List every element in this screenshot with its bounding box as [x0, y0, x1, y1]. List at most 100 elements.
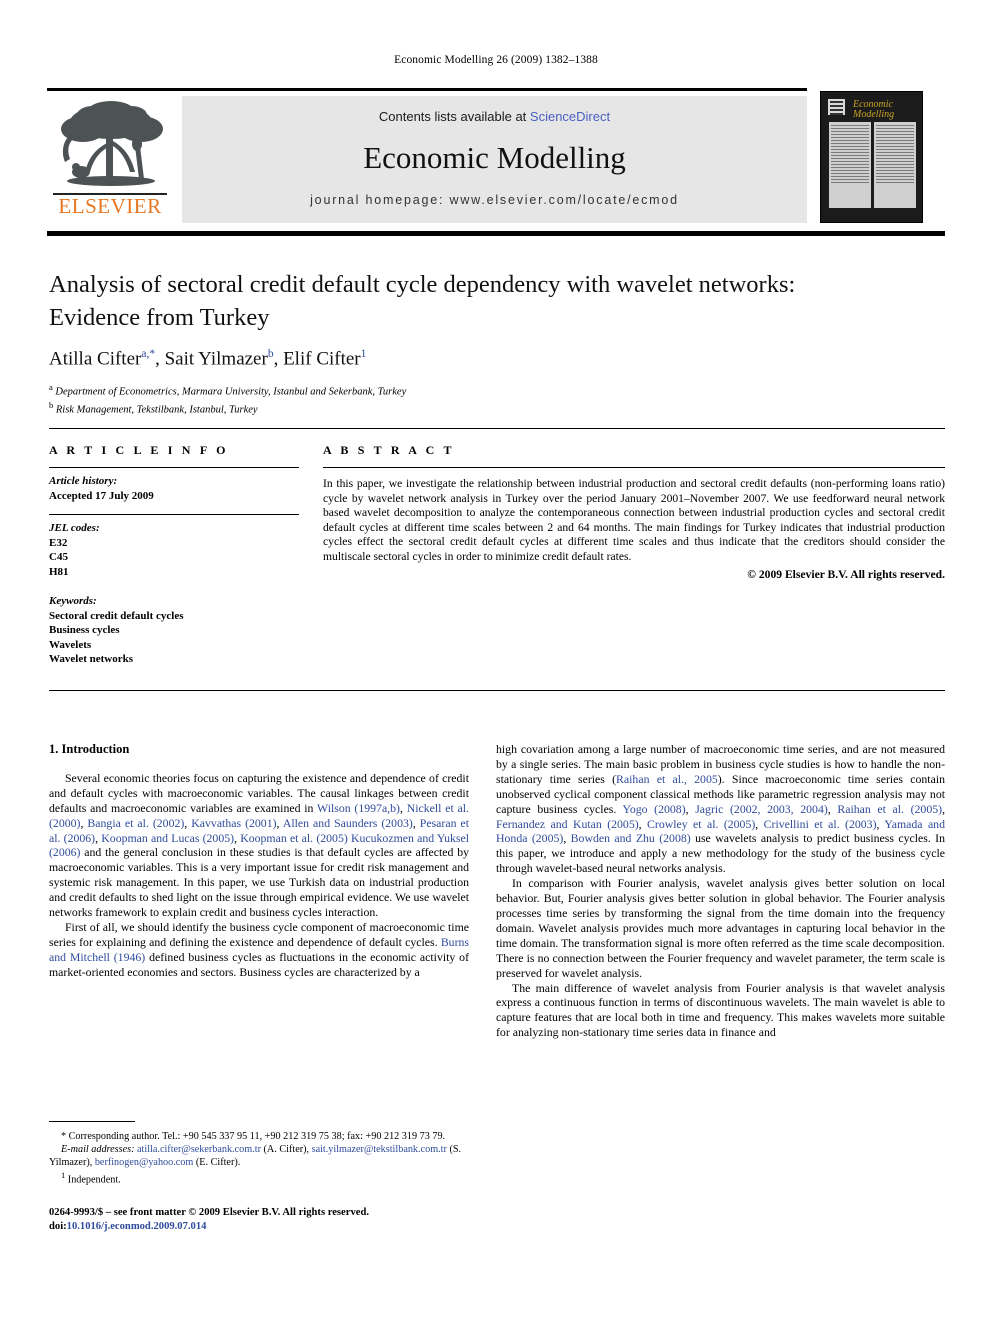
cover-journal-title: Economic Modelling [853, 99, 895, 120]
citation-link[interactable]: Bowden and Zhu (2008) [571, 831, 691, 845]
elsevier-logo: ELSEVIER [49, 96, 171, 224]
article-info-rule [49, 467, 299, 468]
citation-link[interactable]: Jagric (2002, 2003, 2004) [695, 802, 828, 816]
citation-link[interactable]: Bangia et al. (2002) [87, 816, 184, 830]
right-paragraphs: high covariation among a large number of… [496, 742, 945, 1040]
running-head: Economic Modelling 26 (2009) 1382–1388 [394, 54, 598, 66]
doi-link[interactable]: 10.1016/j.econmod.2009.07.014 [67, 1221, 207, 1232]
email-owner: (E. Cifter) [195, 1157, 238, 1168]
body-text: , [685, 801, 696, 816]
article-history: Article history: Accepted 17 July 2009 [49, 474, 299, 503]
corresponding-author-note: * Corresponding author. Tel.: +90 545 33… [61, 1131, 446, 1142]
body-text: The main difference of wavelet analysis … [496, 980, 945, 1040]
citation-link[interactable]: Raihan et al. (2005) [837, 802, 942, 816]
imprint-block: 0264-9993/$ – see front matter © 2009 El… [49, 1206, 509, 1233]
author-mark[interactable]: 1 [361, 348, 367, 360]
masthead-bottom-rule [47, 231, 945, 236]
email-addresses-label: E-mail addresses: [61, 1144, 135, 1155]
citation-link[interactable]: Koopman et al. (2005) [240, 831, 348, 845]
citation-link[interactable]: Fernandez and Kutan (2005) [496, 817, 639, 831]
jel-code: H81 [49, 565, 69, 578]
author-list: Atilla Ciftera,*, Sait Yilmazerb, Elif C… [49, 348, 367, 370]
abstract-rule [323, 467, 945, 468]
keywords: Keywords: Sectoral credit default cycles… [49, 594, 299, 667]
body-text: , [563, 831, 571, 846]
jel-code: E32 [49, 536, 68, 549]
body-paragraph: high covariation among a large number of… [496, 742, 945, 876]
cover-publisher-mark-icon [828, 99, 845, 115]
author-name: Sait Yilmazer [164, 348, 268, 370]
cover-page-right [874, 122, 916, 208]
jel-codes: JEL codes: E32 C45 H81 [49, 521, 299, 579]
body-paragraph: First of all, we should identify the bus… [49, 920, 469, 980]
article-history-value: Accepted 17 July 2009 [49, 489, 154, 502]
body-column-right: high covariation among a large number of… [496, 742, 945, 1040]
citation-link[interactable]: Crivellini et al. (2003) [764, 817, 877, 831]
author-mark[interactable]: b [268, 348, 274, 360]
section-heading-introduction: 1. Introduction [49, 742, 130, 756]
independent-note: 1 Independent. [49, 1169, 469, 1186]
keyword: Wavelet networks [49, 653, 134, 665]
abstract-text: In this paper, we investigate the relati… [323, 477, 945, 563]
contents-available-line: Contents lists available at ScienceDirec… [182, 109, 807, 124]
elsevier-tree-icon [49, 96, 171, 192]
front-matter-line: 0264-9993/$ – see front matter © 2009 El… [49, 1207, 369, 1218]
author-name: Elif Cifter [283, 348, 361, 370]
body-column-left: 1. Introduction Several economic theorie… [49, 742, 469, 980]
journal-cover-inner: Economic Modelling [821, 92, 922, 222]
affiliation-text: Department of Econometrics, Marmara Univ… [55, 386, 407, 398]
left-paragraphs: Several economic theories focus on captu… [49, 771, 469, 980]
elsevier-wordmark: ELSEVIER [58, 194, 162, 218]
independent-mark: 1 [61, 1170, 66, 1180]
title-block: Analysis of sectoral credit default cycl… [49, 268, 809, 417]
email-link[interactable]: berfinogen@yahoo.com [95, 1157, 194, 1168]
keywords-label: Keywords: [49, 595, 97, 607]
masthead-top-rule [47, 88, 807, 91]
body-paragraph: Several economic theories focus on captu… [49, 771, 469, 920]
affiliation-mark: a [49, 382, 53, 393]
body-text: , [399, 800, 407, 815]
body-paragraph: The main difference of wavelet analysis … [496, 981, 945, 1041]
journal-masthead: ELSEVIER Contents lists available at Sci… [47, 88, 945, 236]
footnote-separator [49, 1121, 135, 1122]
citation-link[interactable]: Allen and Saunders (2003) [283, 816, 413, 830]
keyword: Wavelets [49, 638, 92, 651]
contents-available-prefix: Contents lists available at [378, 109, 530, 124]
body-text: , [827, 801, 838, 816]
affiliation-line: a Department of Econometrics, Marmara Un… [49, 381, 809, 417]
citation-link[interactable]: Yogo (2008) [623, 802, 686, 816]
abstract-heading: A B S T R A C T [323, 443, 455, 457]
keyword: Business cycles [49, 624, 120, 636]
email-link[interactable]: atilla.cifter@sekerbank.com.tr [137, 1144, 261, 1155]
email-addresses-note: E-mail addresses: atilla.cifter@sekerban… [49, 1144, 462, 1168]
journal-banner: Contents lists available at ScienceDirec… [182, 96, 807, 223]
citation-link[interactable]: Kavvathas (2001) [191, 816, 276, 830]
body-text: and the general conclusion in these stud… [49, 845, 469, 920]
jel-rule [49, 514, 299, 515]
cover-contents-pages [829, 122, 916, 208]
citation-link[interactable]: Crowley et al. (2005) [647, 817, 755, 831]
citation-link[interactable]: Koopman and Lucas (2005) [101, 831, 234, 845]
body-text: , [638, 816, 648, 831]
affiliation-text: Risk Management, Tekstilbank, Istanbul, … [55, 404, 258, 416]
independent-text: Independent. [67, 1174, 121, 1186]
body-paragraph: In comparison with Fourier analysis, wav… [496, 876, 945, 980]
journal-cover-thumbnail[interactable]: Economic Modelling [820, 91, 923, 223]
article-history-label: Article history: [49, 475, 118, 487]
citation-link[interactable]: Raihan et al., 2005 [616, 772, 718, 786]
journal-title: Economic Modelling [363, 140, 626, 175]
body-text: First of all, we should identify the bus… [49, 919, 469, 949]
citation-link[interactable]: Wilson (1997a,b) [317, 801, 400, 815]
abstract-copyright: © 2009 Elsevier B.V. All rights reserved… [747, 567, 945, 581]
sciencedirect-link[interactable]: ScienceDirect [530, 109, 610, 124]
body-text: , [755, 816, 764, 831]
email-link[interactable]: sait.yilmazer@tekstilbank.com.tr [312, 1144, 447, 1155]
journal-homepage[interactable]: journal homepage: www.elsevier.com/locat… [182, 193, 807, 207]
footnote-block: * Corresponding author. Tel.: +90 545 33… [49, 1130, 469, 1186]
author-mark[interactable]: a,* [141, 348, 155, 360]
article-info-column: A R T I C L E I N F O Article history: A… [49, 443, 299, 667]
page-title: Analysis of sectoral credit default cycl… [49, 271, 796, 331]
cover-page-left [829, 122, 871, 208]
doi-label: doi: [49, 1220, 67, 1232]
affiliation-mark: b [49, 400, 54, 411]
